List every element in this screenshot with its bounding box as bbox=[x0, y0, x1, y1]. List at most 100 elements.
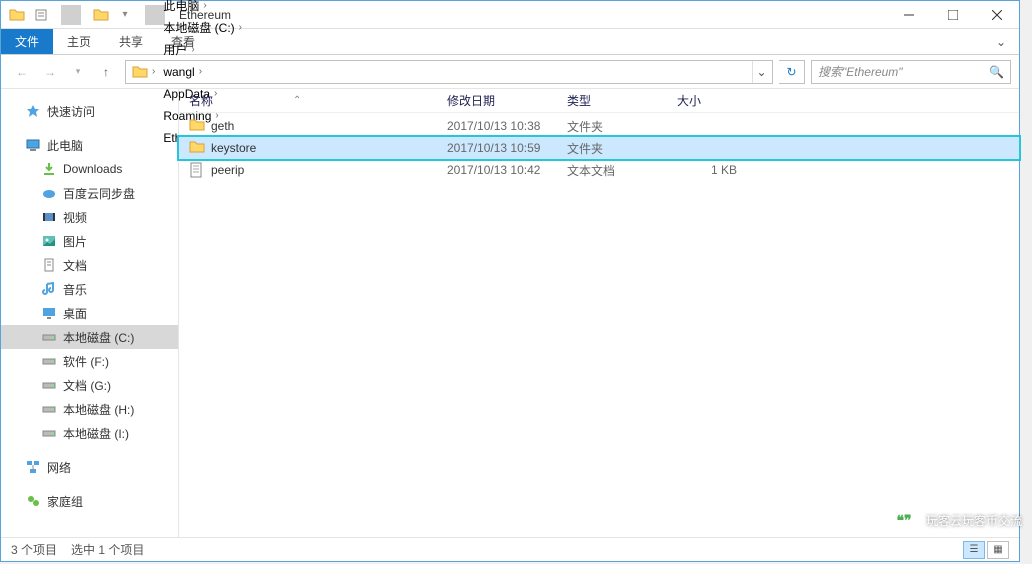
file-type: 文件夹 bbox=[567, 118, 677, 135]
drive-icon bbox=[41, 353, 57, 369]
sidebar-item-label: 软件 (F:) bbox=[63, 353, 109, 370]
sidebar-item-label: 文档 (G:) bbox=[63, 377, 111, 394]
wechat-icon: ❝❞ bbox=[890, 508, 918, 532]
separator bbox=[61, 5, 81, 25]
sidebar-item[interactable]: 桌面 bbox=[1, 301, 178, 325]
titlebar: ▾ Ethereum bbox=[1, 1, 1019, 29]
sidebar-item[interactable]: 图片 bbox=[1, 229, 178, 253]
star-icon bbox=[25, 103, 41, 119]
close-button[interactable] bbox=[975, 1, 1019, 29]
file-row[interactable]: keystore 2017/10/13 10:59文件夹 bbox=[179, 137, 1019, 159]
search-placeholder: 搜索"Ethereum" bbox=[818, 63, 903, 80]
sidebar-item[interactable]: 文档 bbox=[1, 253, 178, 277]
forward-button[interactable]: → bbox=[37, 59, 63, 85]
sort-indicator-icon: ⌃ bbox=[293, 95, 301, 106]
sidebar-item-label: 音乐 bbox=[63, 281, 87, 298]
sidebar-item-label: 本地磁盘 (C:) bbox=[63, 329, 134, 346]
homegroup-icon bbox=[25, 493, 41, 509]
pc-icon bbox=[25, 137, 41, 153]
file-row[interactable]: peerip2017/10/13 10:42文本文档1 KB bbox=[179, 159, 1019, 181]
sidebar-item-label: 百度云同步盘 bbox=[63, 185, 135, 202]
search-input[interactable]: 搜索"Ethereum" 🔍 bbox=[811, 60, 1011, 84]
sidebar-item-label: 桌面 bbox=[63, 305, 87, 322]
txt-icon bbox=[189, 162, 205, 178]
sidebar-item[interactable]: 本地磁盘 (C:) bbox=[1, 325, 178, 349]
sidebar-item[interactable]: 视频 bbox=[1, 205, 178, 229]
folder-icon[interactable]: › bbox=[128, 61, 159, 83]
video-icon bbox=[41, 209, 57, 225]
sidebar-item-label: Downloads bbox=[63, 162, 122, 176]
file-list-pane: 名称⌃ 修改日期 类型 大小 geth2017/10/13 10:38文件夹ke… bbox=[179, 89, 1019, 537]
sidebar-item-label: 本地磁盘 (I:) bbox=[63, 425, 129, 442]
drive-icon bbox=[41, 329, 57, 345]
file-rows: geth2017/10/13 10:38文件夹 keystore 2017/10/1… bbox=[179, 113, 1019, 537]
col-header-size[interactable]: 大小 bbox=[677, 92, 757, 109]
col-header-date[interactable]: 修改日期 bbox=[447, 92, 567, 109]
tab-file[interactable]: 文件 bbox=[1, 29, 53, 54]
refresh-button[interactable]: ↻ bbox=[779, 60, 805, 84]
sidebar-this-pc[interactable]: 此电脑 bbox=[1, 133, 178, 157]
file-row[interactable]: geth2017/10/13 10:38文件夹 bbox=[179, 115, 1019, 137]
sidebar-item-label: 视频 bbox=[63, 209, 87, 226]
maximize-button[interactable] bbox=[931, 1, 975, 29]
download-icon bbox=[41, 161, 57, 177]
doc-icon bbox=[41, 257, 57, 273]
sidebar-item-label: 本地磁盘 (H:) bbox=[63, 401, 134, 418]
col-header-type[interactable]: 类型 bbox=[567, 92, 677, 109]
file-date: 2017/10/13 10:59 bbox=[447, 141, 567, 155]
up-button[interactable]: ↑ bbox=[93, 59, 119, 85]
drive-icon bbox=[41, 425, 57, 441]
status-bar: 3 个项目 选中 1 个项目 ☰ ▦ bbox=[1, 537, 1019, 561]
props-icon[interactable] bbox=[31, 5, 51, 25]
view-icons-button[interactable]: ▦ bbox=[987, 541, 1009, 559]
tab-share[interactable]: 共享 bbox=[105, 29, 157, 54]
drive-icon bbox=[41, 377, 57, 393]
expand-ribbon-icon[interactable]: ⌄ bbox=[983, 29, 1019, 54]
breadcrumb-item[interactable]: 此电脑› bbox=[159, 0, 246, 17]
folder-icon bbox=[189, 118, 205, 134]
address-bar[interactable]: › 此电脑›本地磁盘 (C:)›用户›wangl›AppData›Roaming… bbox=[125, 60, 773, 84]
col-header-name[interactable]: 名称⌃ bbox=[189, 92, 447, 109]
folder-icon bbox=[91, 5, 111, 25]
sidebar-homegroup[interactable]: 家庭组 bbox=[1, 489, 178, 513]
sidebar-item[interactable]: 音乐 bbox=[1, 277, 178, 301]
ribbon-tabs: 文件 主页 共享 查看 ⌄ bbox=[1, 29, 1019, 55]
qat-dropdown-icon[interactable]: ▾ bbox=[115, 5, 135, 25]
sidebar-quick-access[interactable]: 快速访问 bbox=[1, 99, 178, 123]
music-icon bbox=[41, 281, 57, 297]
nav-toolbar: ← → ▾ ↑ › 此电脑›本地磁盘 (C:)›用户›wangl›AppData… bbox=[1, 55, 1019, 89]
folder-icon bbox=[189, 140, 205, 156]
watermark: ❝❞ 玩客云玩客币交流 bbox=[890, 508, 1022, 532]
breadcrumb-item[interactable]: 本地磁盘 (C:)› bbox=[159, 17, 246, 39]
sidebar-item[interactable]: 软件 (F:) bbox=[1, 349, 178, 373]
file-name: peerip bbox=[211, 163, 244, 177]
back-button[interactable]: ← bbox=[9, 59, 35, 85]
status-item-count: 3 个项目 bbox=[11, 541, 57, 558]
sidebar-item[interactable]: 本地磁盘 (I:) bbox=[1, 421, 178, 445]
history-dropdown-icon[interactable]: ▾ bbox=[65, 59, 91, 85]
sidebar-item-label: 文档 bbox=[63, 257, 87, 274]
nav-pane: 快速访问 此电脑 Downloads 百度云同步盘视频图片文档音乐桌面本地磁盘 (… bbox=[1, 89, 179, 537]
desktop-icon bbox=[41, 305, 57, 321]
drive-icon bbox=[41, 401, 57, 417]
minimize-button[interactable] bbox=[887, 1, 931, 29]
search-icon[interactable]: 🔍 bbox=[989, 65, 1004, 79]
sidebar-item[interactable]: 本地磁盘 (H:) bbox=[1, 397, 178, 421]
file-size: 1 KB bbox=[677, 163, 757, 177]
column-headers: 名称⌃ 修改日期 类型 大小 bbox=[179, 89, 1019, 113]
tab-home[interactable]: 主页 bbox=[53, 29, 105, 54]
sidebar-network[interactable]: 网络 bbox=[1, 455, 178, 479]
quick-access-toolbar: ▾ bbox=[7, 5, 171, 25]
sidebar-item[interactable]: 百度云同步盘 bbox=[1, 181, 178, 205]
breadcrumb-item[interactable]: wangl› bbox=[159, 61, 246, 83]
status-selected-count: 选中 1 个项目 bbox=[71, 541, 144, 558]
breadcrumb-item[interactable]: 用户› bbox=[159, 39, 246, 61]
sidebar-item[interactable]: Downloads bbox=[1, 157, 178, 181]
file-name: keystore bbox=[211, 141, 256, 155]
explorer-window: ▾ Ethereum 文件 主页 共享 查看 ⌄ ← → ▾ ↑ › 此电脑›本… bbox=[0, 0, 1020, 562]
picture-icon bbox=[41, 233, 57, 249]
view-details-button[interactable]: ☰ bbox=[963, 541, 985, 559]
sidebar-item[interactable]: 文档 (G:) bbox=[1, 373, 178, 397]
address-dropdown-icon[interactable]: ⌄ bbox=[752, 61, 770, 83]
file-type: 文件夹 bbox=[567, 140, 677, 157]
